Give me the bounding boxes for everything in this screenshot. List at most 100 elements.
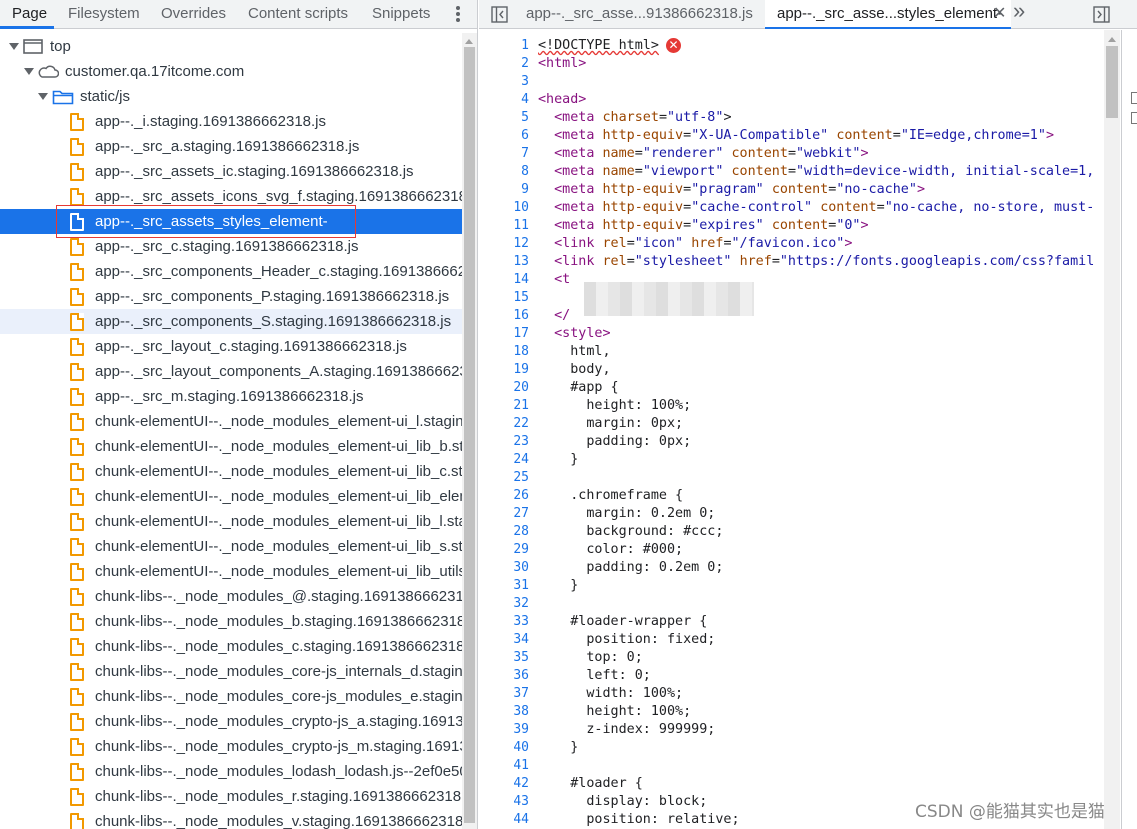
line-number[interactable]: 30 bbox=[479, 559, 529, 577]
line-number[interactable]: 36 bbox=[479, 667, 529, 685]
file-tree-item[interactable]: app--._src_assets_styles_element- bbox=[0, 209, 462, 234]
file-tree-item[interactable]: chunk-libs--._node_modules_core-js_inter… bbox=[0, 659, 462, 684]
file-tree-item[interactable]: app--._src_m.staging.1691386662318.js bbox=[0, 384, 462, 409]
line-number[interactable]: 40 bbox=[479, 739, 529, 757]
file-tree-item[interactable]: chunk-elementUI--._node_modules_element-… bbox=[0, 459, 462, 484]
line-number[interactable]: 5 bbox=[479, 109, 529, 127]
file-tree-item[interactable]: chunk-libs--._node_modules_@.staging.169… bbox=[0, 584, 462, 609]
line-number[interactable]: 25 bbox=[479, 469, 529, 487]
file-tree-item[interactable]: chunk-libs--._node_modules_core-js_modul… bbox=[0, 684, 462, 709]
line-number[interactable]: 4 bbox=[479, 91, 529, 109]
file-tree-item[interactable]: app--._src_components_Header_c.staging.1… bbox=[0, 259, 462, 284]
line-number[interactable]: 2 bbox=[479, 55, 529, 73]
more-options-icon[interactable] bbox=[451, 3, 465, 25]
file-tree-item[interactable]: app--._i.staging.1691386662318.js bbox=[0, 109, 462, 134]
line-number[interactable]: 20 bbox=[479, 379, 529, 397]
line-number[interactable]: 16 bbox=[479, 307, 529, 325]
editor-tab[interactable]: app--._src_asse...91386662318.js bbox=[519, 0, 753, 29]
line-number[interactable]: 6 bbox=[479, 127, 529, 145]
line-number[interactable]: 27 bbox=[479, 505, 529, 523]
line-number[interactable]: 1 bbox=[479, 37, 529, 55]
code-area[interactable]: <!DOCTYPE html> <html> <head> <meta char… bbox=[538, 30, 1106, 829]
file-tree-item[interactable]: chunk-libs--._node_modules_lodash_lodash… bbox=[0, 759, 462, 784]
file-tree-item[interactable]: chunk-elementUI--._node_modules_element-… bbox=[0, 534, 462, 559]
file-tree-item[interactable]: chunk-libs--._node_modules_crypto-js_a.s… bbox=[0, 709, 462, 734]
close-tab-icon[interactable]: ✕ bbox=[993, 0, 1006, 28]
line-number[interactable]: 13 bbox=[479, 253, 529, 271]
file-tree-item[interactable]: chunk-elementUI--._node_modules_element-… bbox=[0, 559, 462, 584]
error-icon[interactable]: ✕ bbox=[666, 38, 681, 53]
line-number[interactable]: 34 bbox=[479, 631, 529, 649]
line-number[interactable]: 23 bbox=[479, 433, 529, 451]
expand-arrow-icon[interactable] bbox=[9, 43, 19, 50]
file-tree-item[interactable]: chunk-libs--._node_modules_crypto-js_m.s… bbox=[0, 734, 462, 759]
file-tree-item[interactable]: app--._src_c.staging.1691386662318.js bbox=[0, 234, 462, 259]
line-number[interactable]: 31 bbox=[479, 577, 529, 595]
line-number[interactable]: 17 bbox=[479, 325, 529, 343]
more-tabs-icon[interactable]: » bbox=[1013, 0, 1025, 24]
scrollbar-thumb[interactable] bbox=[1106, 46, 1118, 118]
tab-filesystem[interactable]: Filesystem bbox=[68, 0, 140, 29]
file-tree-item[interactable]: chunk-elementUI--._node_modules_element-… bbox=[0, 509, 462, 534]
file-tree-item[interactable]: app--._src_a.staging.1691386662318.js bbox=[0, 134, 462, 159]
line-number[interactable]: 19 bbox=[479, 361, 529, 379]
tab-content-scripts[interactable]: Content scripts bbox=[248, 0, 348, 29]
file-tree-item[interactable]: chunk-libs--._node_modules_v.staging.169… bbox=[0, 809, 462, 829]
line-number-gutter[interactable]: 1 2 3 4 5 6 7 8 9 10 11 12 13 14 15 16 17 18 19 20 21 22 23 24 2… bbox=[479, 30, 529, 829]
expand-arrow-icon[interactable] bbox=[24, 68, 34, 75]
file-tree-item[interactable]: app--._src_components_S.staging.16913866… bbox=[0, 309, 462, 334]
file-tree-item[interactable]: chunk-libs--._node_modules_c.staging.169… bbox=[0, 634, 462, 659]
line-number[interactable]: 42 bbox=[479, 775, 529, 793]
line-number[interactable]: 7 bbox=[479, 145, 529, 163]
line-number[interactable]: 14 bbox=[479, 271, 529, 289]
expand-arrow-icon[interactable] bbox=[38, 93, 48, 100]
file-tree-item[interactable]: chunk-elementUI--._node_modules_element-… bbox=[0, 409, 462, 434]
file-tree-item[interactable]: chunk-elementUI--._node_modules_element-… bbox=[0, 484, 462, 509]
line-number[interactable]: 21 bbox=[479, 397, 529, 415]
file-tree-item[interactable]: app--._src_assets_ic.staging.16913866623… bbox=[0, 159, 462, 184]
file-tree-item[interactable]: app--._src_layout_c.staging.169138666231… bbox=[0, 334, 462, 359]
file-tree-item[interactable]: chunk-libs--._node_modules_b.staging.169… bbox=[0, 609, 462, 634]
line-number[interactable]: 8 bbox=[479, 163, 529, 181]
file-tree-item[interactable]: app--._src_assets_icons_svg_f.staging.16… bbox=[0, 184, 462, 209]
line-number[interactable]: 28 bbox=[479, 523, 529, 541]
tree-node-folder[interactable]: static/js bbox=[0, 84, 462, 109]
line-number[interactable]: 12 bbox=[479, 235, 529, 253]
file-tree-item[interactable]: app--._src_components_P.staging.16913866… bbox=[0, 284, 462, 309]
line-number[interactable]: 26 bbox=[479, 487, 529, 505]
line-number[interactable]: 33 bbox=[479, 613, 529, 631]
line-number[interactable]: 9 bbox=[479, 181, 529, 199]
scroll-up-arrow-icon[interactable] bbox=[465, 39, 473, 44]
line-number[interactable]: 37 bbox=[479, 685, 529, 703]
line-number[interactable]: 3 bbox=[479, 73, 529, 91]
line-number[interactable]: 32 bbox=[479, 595, 529, 613]
toggle-navigator-icon[interactable] bbox=[491, 6, 508, 23]
line-number[interactable]: 44 bbox=[479, 811, 529, 829]
line-number[interactable]: 29 bbox=[479, 541, 529, 559]
navigator-scrollbar[interactable] bbox=[462, 33, 477, 829]
line-number[interactable]: 18 bbox=[479, 343, 529, 361]
tree-node-top[interactable]: top bbox=[0, 34, 462, 59]
file-tree-item[interactable]: chunk-libs--._node_modules_r.staging.169… bbox=[0, 784, 462, 809]
line-number[interactable]: 11 bbox=[479, 217, 529, 235]
tree-node-domain[interactable]: customer.qa.17itcome.com bbox=[0, 59, 462, 84]
line-number[interactable]: 15 bbox=[479, 289, 529, 307]
line-number[interactable]: 43 bbox=[479, 793, 529, 811]
line-number[interactable]: 10 bbox=[479, 199, 529, 217]
line-number[interactable]: 39 bbox=[479, 721, 529, 739]
toggle-debugger-icon[interactable] bbox=[1093, 6, 1110, 23]
editor-scrollbar[interactable] bbox=[1104, 30, 1120, 829]
editor-tab-active[interactable]: app--._src_asse...styles_element- ✕ bbox=[765, 0, 1011, 29]
line-number[interactable]: 24 bbox=[479, 451, 529, 469]
tab-page[interactable]: Page bbox=[12, 0, 47, 29]
line-number[interactable]: 22 bbox=[479, 415, 529, 433]
line-number[interactable]: 38 bbox=[479, 703, 529, 721]
checkbox-icon[interactable] bbox=[1131, 112, 1137, 124]
checkbox-icon[interactable] bbox=[1131, 92, 1137, 104]
tab-overrides[interactable]: Overrides bbox=[161, 0, 226, 29]
scroll-up-arrow-icon[interactable] bbox=[1108, 37, 1116, 42]
file-tree-item[interactable]: app--._src_layout_components_A.staging.1… bbox=[0, 359, 462, 384]
line-number[interactable]: 41 bbox=[479, 757, 529, 775]
line-number[interactable]: 35 bbox=[479, 649, 529, 667]
tab-snippets[interactable]: Snippets bbox=[372, 0, 430, 29]
